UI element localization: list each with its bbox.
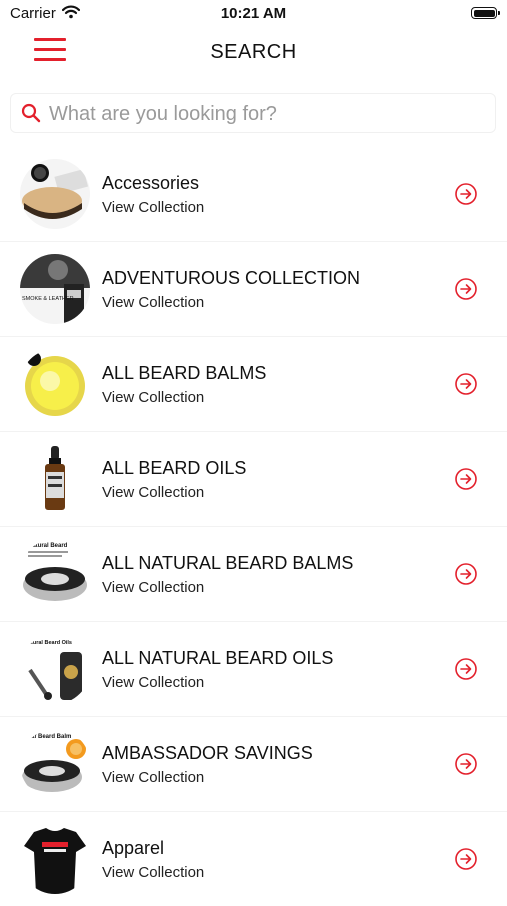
collection-row-all-natural-beard-oils[interactable]: Natural Beard Oils ALL NATURAL BEARD OIL… bbox=[0, 622, 507, 717]
collection-title: ALL BEARD OILS bbox=[102, 458, 247, 478]
status-bar: Carrier 10:21 AM bbox=[0, 0, 507, 28]
collection-title: Apparel bbox=[102, 838, 165, 858]
collection-thumbnail: Leaf Beard Balm bbox=[20, 729, 90, 799]
thumb-text: Leaf Beard Balm bbox=[24, 734, 71, 740]
collection-thumbnail: Natural Beard bbox=[20, 539, 90, 609]
view-collection-link[interactable]: View Collection bbox=[102, 674, 204, 691]
search-icon bbox=[21, 103, 41, 128]
collection-title: ADVENTUROUS COLLECTION bbox=[102, 268, 361, 288]
arrow-right-circle-icon[interactable] bbox=[455, 658, 477, 680]
view-collection-link[interactable]: View Collection bbox=[102, 389, 204, 406]
view-collection-link[interactable]: View Collection bbox=[102, 579, 204, 596]
collection-title: ALL NATURAL BEARD OILS bbox=[102, 648, 334, 668]
collection-row-apparel[interactable]: Apparel View Collection bbox=[0, 812, 507, 906]
thumb-text: Natural Beard bbox=[28, 543, 68, 549]
view-collection-link[interactable]: View Collection bbox=[102, 769, 204, 786]
collection-row-all-beard-balms[interactable]: ALL BEARD BALMS View Collection bbox=[0, 337, 507, 432]
collection-thumbnail bbox=[20, 159, 90, 229]
collection-title: Accessories bbox=[102, 173, 200, 193]
nav-bar: SEARCH bbox=[0, 28, 507, 80]
arrow-right-circle-icon[interactable] bbox=[455, 468, 477, 490]
collection-title: AMBASSADOR SAVINGS bbox=[102, 743, 313, 763]
collection-row-accessories[interactable]: Accessories View Collection bbox=[0, 147, 507, 242]
collection-row-ambassador-savings[interactable]: Leaf Beard Balm AMBASSADOR SAVINGS View … bbox=[0, 717, 507, 812]
clock: 10:21 AM bbox=[220, 5, 287, 22]
collection-thumbnail bbox=[20, 824, 90, 894]
collection-thumbnail: SMOKE & LEATHER bbox=[20, 254, 90, 324]
thumb-text: SMOKE & LEATHER bbox=[22, 296, 74, 302]
view-collection-link[interactable]: View Collection bbox=[102, 484, 204, 501]
thumb-text: Natural Beard Oils bbox=[24, 640, 72, 646]
collection-row-adventurous[interactable]: SMOKE & LEATHER ADVENTUROUS COLLECTION V… bbox=[0, 242, 507, 337]
arrow-right-circle-icon[interactable] bbox=[455, 563, 477, 585]
collection-list: Accessories View Collection SMOKE & LEAT… bbox=[0, 147, 507, 906]
search-input[interactable] bbox=[47, 94, 491, 134]
arrow-right-circle-icon[interactable] bbox=[455, 848, 477, 870]
view-collection-link[interactable]: View Collection bbox=[102, 199, 204, 216]
arrow-right-circle-icon[interactable] bbox=[455, 373, 477, 395]
collection-thumbnail bbox=[20, 444, 90, 514]
collection-row-all-natural-beard-balms[interactable]: Natural Beard ALL NATURAL BEARD BALMS Vi… bbox=[0, 527, 507, 622]
collection-thumbnail bbox=[20, 349, 90, 419]
collection-thumbnail: Natural Beard Oils bbox=[20, 634, 90, 704]
view-collection-link[interactable]: View Collection bbox=[102, 294, 204, 311]
collection-row-all-beard-oils[interactable]: ALL BEARD OILS View Collection bbox=[0, 432, 507, 527]
arrow-right-circle-icon[interactable] bbox=[455, 183, 477, 205]
view-collection-link[interactable]: View Collection bbox=[102, 864, 204, 881]
arrow-right-circle-icon[interactable] bbox=[455, 753, 477, 775]
search-bar[interactable] bbox=[10, 93, 496, 134]
collection-title: ALL BEARD BALMS bbox=[102, 363, 267, 383]
page-title: SEARCH bbox=[210, 41, 297, 63]
collection-title: ALL NATURAL BEARD BALMS bbox=[102, 553, 354, 573]
arrow-right-circle-icon[interactable] bbox=[455, 278, 477, 300]
battery-icon bbox=[471, 7, 500, 19]
